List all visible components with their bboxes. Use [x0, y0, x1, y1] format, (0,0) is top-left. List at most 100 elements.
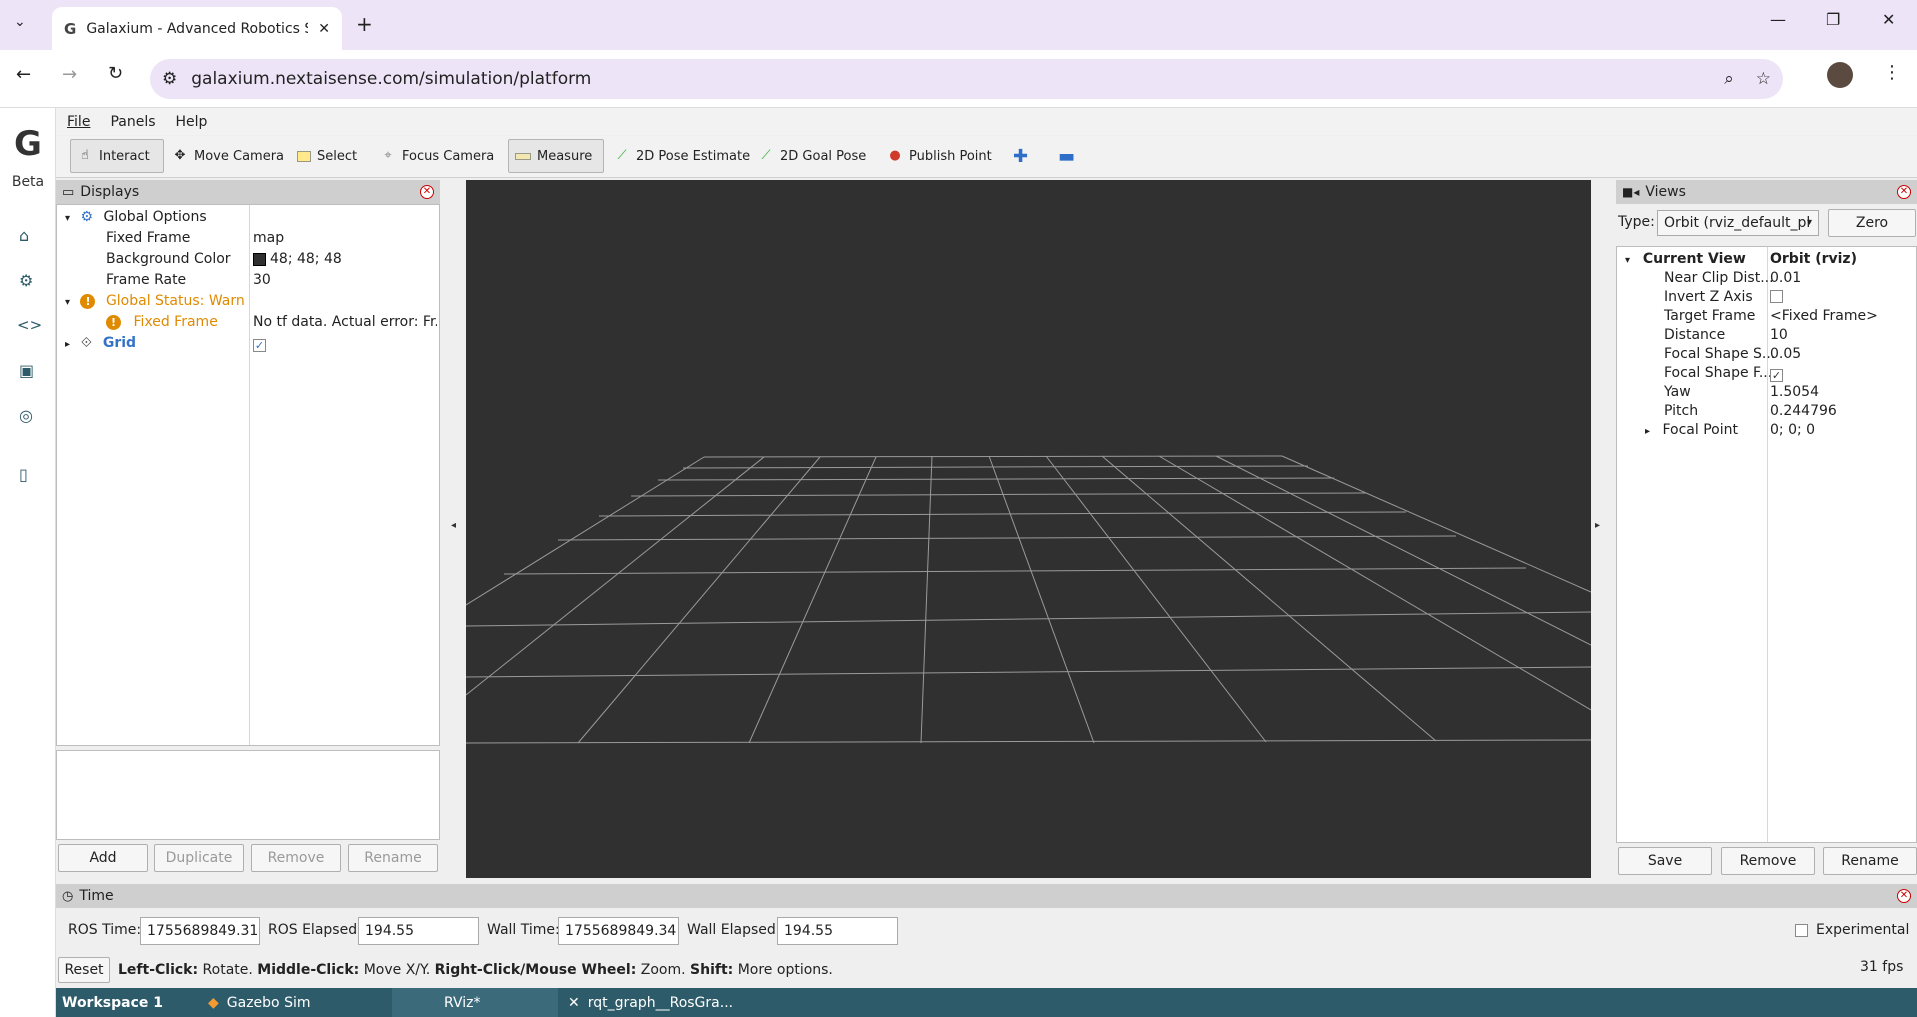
yaw-value[interactable]: 1.5054 [1770, 382, 1819, 403]
taskbar-item-rviz[interactable]: RViz* [392, 988, 558, 1017]
zoom-icon[interactable]: ⌕ [1724, 69, 1734, 89]
menu-help[interactable]: Help [176, 114, 208, 130]
collapse-left-arrow-icon[interactable]: ◂ [451, 520, 456, 531]
background-color-label: Background Color [106, 251, 231, 267]
code-icon[interactable]: <> [17, 316, 42, 334]
reload-icon[interactable]: ↻ [108, 63, 123, 84]
address-bar[interactable]: ⚙ galaxium.nextaisense.com/simulation/pl… [150, 59, 1783, 99]
duplicate-display-button[interactable]: Duplicate [154, 844, 244, 872]
pitch-value[interactable]: 0.244796 [1770, 401, 1837, 422]
camera-icon: ■◂ [1622, 185, 1640, 199]
wall-time-field[interactable]: 1755689849.34 [558, 917, 679, 945]
tool-select-label: Select [317, 148, 358, 164]
collapse-arrow-icon[interactable]: ▸ [1645, 426, 1650, 437]
dropdown-arrow-icon: ▾ [1806, 217, 1812, 228]
tool-interact[interactable]: ☝ Interact [70, 139, 164, 173]
focal-shape-size-value[interactable]: 0.05 [1770, 344, 1801, 365]
tool-2d-pose-estimate[interactable]: ⟋ 2D Pose Estimate [608, 139, 756, 173]
tool-2d-goal-pose[interactable]: ⟋ 2D Goal Pose [752, 139, 872, 173]
tab-close-icon[interactable]: ✕ [318, 21, 330, 37]
focal-point-value[interactable]: 0; 0; 0 [1770, 420, 1815, 441]
rename-display-button[interactable]: Rename [348, 844, 438, 872]
remove-display-button[interactable]: Remove [251, 844, 341, 872]
tool-select[interactable]: Select [291, 139, 363, 173]
grid-enabled-checkbox[interactable]: ✓ [253, 335, 266, 356]
grid-checkbox-mark: ✓ [253, 339, 266, 352]
browser-tab[interactable]: G Galaxium - Advanced Robotics S ✕ [52, 7, 342, 50]
taskbar-item-gazebo[interactable]: ◆ Gazebo Sim [200, 988, 390, 1017]
wall-elapsed-field[interactable]: 194.55 [777, 917, 898, 945]
browser-menu-icon[interactable]: ⋮ [1883, 62, 1901, 83]
expand-arrow-icon[interactable]: ▾ [65, 213, 70, 224]
profile-avatar[interactable] [1827, 62, 1853, 88]
rviz-toolbar: ☝ Interact ✥ Move Camera Select ⌖ Focus … [56, 136, 1917, 178]
collapse-right-arrow-icon[interactable]: ▸ [1595, 520, 1600, 531]
distance-value[interactable]: 10 [1770, 325, 1788, 346]
collapse-arrow-icon[interactable]: ▸ [65, 339, 70, 350]
displays-close-icon[interactable]: ✕ [420, 185, 434, 199]
rename-view-button[interactable]: Rename [1823, 847, 1917, 875]
map-pin-icon: ● [889, 148, 901, 163]
save-view-button[interactable]: Save [1618, 847, 1712, 875]
tool-move-camera[interactable]: ✥ Move Camera [166, 139, 290, 173]
frame-rate-value[interactable]: 30 [253, 270, 271, 291]
expand-arrow-icon[interactable]: ▾ [1625, 255, 1630, 266]
remove-tool-minus-icon[interactable]: ▬ [1052, 139, 1081, 173]
book-icon[interactable]: ▯ [19, 465, 28, 484]
tool-focus-camera[interactable]: ⌖ Focus Camera [374, 139, 500, 173]
tab-list-chevron-icon[interactable]: ⌄ [14, 14, 26, 30]
tree-row-grid[interactable]: ▸ ⟐ Grid [65, 333, 136, 354]
tool-publish-point[interactable]: ● Publish Point [881, 139, 998, 173]
focal-point-row[interactable]: ▸ Focal Point [1645, 420, 1738, 441]
home-icon[interactable]: ⌂ [19, 226, 29, 245]
ros-elapsed-field[interactable]: 194.55 [358, 917, 479, 945]
display-description-area [56, 750, 440, 840]
background-color-value[interactable]: 48; 48; 48 [253, 249, 342, 270]
invert-z-mark [1770, 290, 1783, 303]
tree-row-global-options[interactable]: ▾ ⚙ Global Options [65, 207, 207, 228]
bookmark-star-icon[interactable]: ☆ [1756, 69, 1771, 89]
menu-panels[interactable]: Panels [110, 114, 155, 130]
views-close-icon[interactable]: ✕ [1897, 185, 1911, 199]
taskbar-item-rqt-graph[interactable]: ✕ rqt_graph__RosGra... [560, 988, 780, 1017]
experimental-check-box [1795, 923, 1808, 937]
site-info-icon[interactable]: ⚙ [162, 69, 177, 89]
galaxium-logo[interactable]: G [8, 124, 48, 164]
tool-interact-label: Interact [99, 148, 150, 164]
menu-file[interactable]: File [67, 114, 90, 130]
tree-row-status-fixed-frame[interactable]: ! Fixed Frame [106, 312, 218, 333]
target-icon[interactable]: ◎ [19, 406, 33, 425]
close-window-icon[interactable]: ✕ [1882, 10, 1895, 29]
remove-view-button[interactable]: Remove [1721, 847, 1815, 875]
view-type-select[interactable]: Orbit (rviz_default_pl ▾ [1657, 210, 1819, 236]
tab-favicon-icon: G [64, 19, 77, 38]
current-view-row[interactable]: ▾ Current View [1625, 249, 1746, 270]
near-clip-value[interactable]: 0.01 [1770, 268, 1801, 289]
view-type-value: Orbit (rviz_default_pl [1664, 215, 1811, 231]
add-display-button[interactable]: Add [58, 844, 148, 872]
pitch-label: Pitch [1664, 403, 1699, 419]
new-tab-plus-icon[interactable]: + [356, 12, 373, 36]
restore-icon[interactable]: ❐ [1826, 10, 1840, 29]
target-frame-value[interactable]: <Fixed Frame> [1770, 306, 1878, 327]
back-icon[interactable]: ← [16, 64, 31, 85]
taskbar-gazebo-label: Gazebo Sim [226, 994, 311, 1011]
fixed-frame-value[interactable]: map [253, 228, 284, 249]
ros-time-field[interactable]: 1755689849.31 [140, 917, 260, 945]
tool-move-camera-label: Move Camera [194, 148, 285, 164]
chip-icon[interactable]: ▣ [19, 361, 34, 380]
add-tool-plus-icon[interactable]: ✚ [1007, 139, 1034, 173]
minimize-icon[interactable]: — [1770, 10, 1786, 29]
tree-row-global-status[interactable]: ▾ ! Global Status: Warn [65, 291, 245, 312]
expand-arrow-icon[interactable]: ▾ [65, 297, 70, 308]
experimental-checkbox[interactable]: Experimental [1795, 922, 1909, 938]
zero-view-button[interactable]: Zero [1828, 209, 1916, 237]
gear-icon[interactable]: ⚙ [19, 271, 33, 290]
3d-render-viewport[interactable] [465, 180, 1592, 878]
reset-button[interactable]: Reset [58, 957, 110, 983]
grid-label: Grid [102, 335, 137, 351]
column-divider [1767, 247, 1768, 842]
tool-measure[interactable]: Measure [508, 139, 604, 173]
forward-icon[interactable]: → [62, 64, 77, 85]
time-close-icon[interactable]: ✕ [1897, 889, 1911, 903]
